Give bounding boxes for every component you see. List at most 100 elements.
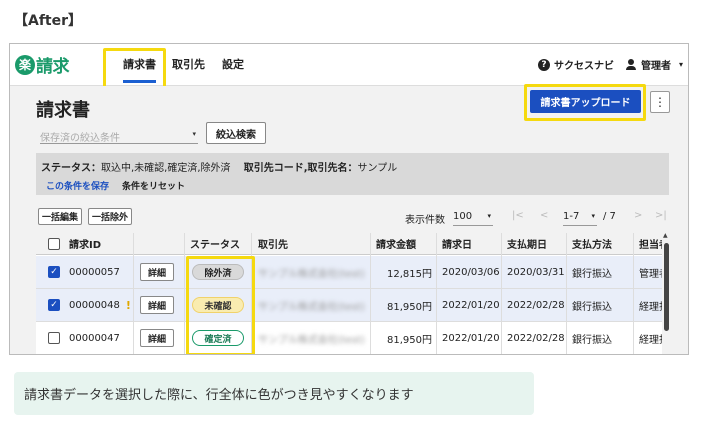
table-scrollbar-thumb[interactable]: [664, 243, 669, 331]
owner-name: 管理者: [639, 268, 662, 280]
invoice-id: 00000057: [69, 266, 120, 278]
select-all-cell[interactable]: [48, 233, 60, 254]
column-divider: [566, 233, 567, 354]
app-window: 楽 請求 請求書 取引先 設定 ? サクセスナビ 管理者 ▾ 請求書 請求書アッ…: [9, 43, 689, 355]
due-date: 2020/03/31: [507, 266, 565, 278]
highlight-status: [186, 256, 255, 354]
detail-cell: 詳細: [140, 289, 174, 321]
col-header-partner[interactable]: 取引先: [258, 233, 288, 254]
app-logo[interactable]: 楽 請求: [15, 52, 70, 77]
tab-settings[interactable]: 設定: [222, 56, 244, 72]
partner-cond-value: サンプル: [357, 163, 398, 174]
saved-filter-select[interactable]: 保存済の絞込条件 ▾: [40, 126, 198, 144]
invoice-id: 00000048: [69, 299, 120, 311]
col-header-id[interactable]: 請求ID: [69, 233, 101, 254]
filter-search-button[interactable]: 絞込検索: [206, 122, 266, 144]
row-check-cell: ✓: [48, 256, 60, 288]
page-total: / 7: [603, 211, 616, 222]
tab-partners[interactable]: 取引先: [172, 56, 205, 72]
row-check-cell: [48, 322, 60, 354]
due-date: 2022/02/28: [507, 299, 565, 311]
bulk-exclude-button[interactable]: 一括除外: [88, 208, 132, 225]
partner-name: サンプル株式会社(test): [258, 268, 365, 280]
prev-page-button[interactable]: <: [540, 210, 548, 221]
highlight-tab: [103, 48, 166, 90]
row-checkbox[interactable]: [48, 332, 60, 344]
invoice-date: 2022/01/20: [442, 299, 500, 311]
table-row[interactable]: 00000047 詳細 確定済 サンプル株式会社(test) 81,950円 2…: [36, 322, 662, 354]
reset-condition-link[interactable]: 条件をリセット: [122, 179, 185, 192]
invoice-table: 請求ID ステータス 取引先 請求金額 請求日 支払期日 支払方法 担当者 ✓ …: [36, 233, 662, 354]
col-header-owner[interactable]: 担当者: [639, 233, 662, 254]
status-cond-label: ステータス：: [41, 163, 101, 174]
row-checkbox[interactable]: ✓: [48, 266, 60, 278]
column-divider: [370, 233, 371, 354]
filter-conditions: ステータス：取込中,未確認,確定済,除外済 取引先コード,取引先名：サンプル こ…: [36, 153, 669, 195]
saved-filter-placeholder: 保存済の絞込条件: [40, 133, 120, 144]
col-header-amount[interactable]: 請求金額: [376, 233, 416, 254]
detail-button[interactable]: 詳細: [140, 296, 174, 314]
row-check-cell: ✓: [48, 289, 60, 321]
payment-method: 銀行振込: [572, 334, 612, 346]
invoice-id: 00000047: [69, 332, 120, 344]
page-size-label: 表示件数: [405, 215, 445, 226]
bulk-edit-button[interactable]: 一括編集: [38, 208, 82, 225]
last-page-button[interactable]: >|: [655, 210, 667, 221]
row-checkbox[interactable]: ✓: [48, 299, 60, 311]
table-row[interactable]: ✓ 00000048 ! 詳細 未確認 サンプル株式会社(test) 81,95…: [36, 289, 662, 322]
chevron-down-icon: ▾: [192, 130, 196, 138]
invoice-amount: 81,950円: [387, 301, 432, 313]
detail-button[interactable]: 詳細: [140, 329, 174, 347]
after-label: 【After】: [14, 13, 83, 29]
user-menu[interactable]: 管理者 ▾: [625, 57, 683, 72]
partner-name: サンプル株式会社(test): [258, 301, 365, 313]
owner-name: 経理担当: [639, 334, 662, 346]
scroll-up-icon[interactable]: ▲: [663, 232, 668, 239]
chevron-down-icon: ▾: [591, 212, 595, 220]
user-label: 管理者: [641, 61, 671, 72]
invoice-date: 2022/01/20: [442, 332, 500, 344]
status-cond-value: 取込中,未確認,確定済,除外済: [101, 163, 231, 174]
page-size-value: 100: [453, 211, 473, 222]
page-range-select[interactable]: 1-7 ▾: [563, 209, 597, 226]
partner-name: サンプル株式会社(test): [258, 334, 365, 346]
partner-cond-label: 取引先コード,取引先名：: [243, 163, 358, 174]
invoice-id-cell: 00000048 !: [69, 289, 131, 321]
table-row[interactable]: ✓ 00000057 詳細 除外済 サンプル株式会社(test) 12,815円…: [36, 256, 662, 289]
invoice-amount: 81,950円: [387, 334, 432, 346]
caption-note: 請求書データを選択した際に、行全体に色がつき見やすくなります: [14, 372, 534, 415]
success-navi-link[interactable]: ? サクセスナビ: [538, 57, 614, 72]
page-title: 請求書: [36, 100, 90, 121]
table-header-row: 請求ID ステータス 取引先 請求金額 請求日 支払期日 支払方法 担当者: [36, 233, 662, 255]
column-divider: [501, 233, 502, 354]
column-divider: [184, 233, 185, 354]
save-condition-link[interactable]: この条件を保存: [46, 179, 109, 192]
highlight-upload: [524, 84, 646, 121]
payment-method: 銀行振込: [572, 268, 612, 280]
user-icon: [625, 58, 637, 71]
detail-button[interactable]: 詳細: [140, 263, 174, 281]
warning-icon: !: [125, 298, 131, 312]
col-header-method[interactable]: 支払方法: [572, 233, 612, 254]
detail-cell: 詳細: [140, 322, 174, 354]
column-divider: [436, 233, 437, 354]
next-page-button[interactable]: >: [634, 210, 642, 221]
select-all-checkbox[interactable]: [48, 237, 60, 250]
logo-text: 請求: [36, 57, 70, 77]
col-header-due[interactable]: 支払期日: [507, 233, 547, 254]
col-header-date[interactable]: 請求日: [442, 233, 472, 254]
col-header-status[interactable]: ステータス: [190, 233, 240, 254]
column-divider: [633, 233, 634, 354]
page-range-value: 1-7: [563, 211, 580, 222]
due-date: 2022/02/28: [507, 332, 565, 344]
more-menu-button[interactable]: ⋮: [650, 91, 670, 113]
help-icon: ?: [538, 58, 550, 71]
payment-method: 銀行振込: [572, 301, 612, 313]
first-page-button[interactable]: |<: [512, 210, 524, 221]
column-divider: [133, 233, 134, 354]
owner-name: 経理担当: [639, 301, 662, 313]
invoice-date: 2020/03/06: [442, 266, 500, 278]
condition-summary: ステータス：取込中,未確認,確定済,除外済 取引先コード,取引先名：サンプル: [41, 159, 397, 174]
user-chevron-icon: ▾: [679, 60, 684, 69]
page-size-select[interactable]: 100 ▾: [453, 209, 493, 226]
